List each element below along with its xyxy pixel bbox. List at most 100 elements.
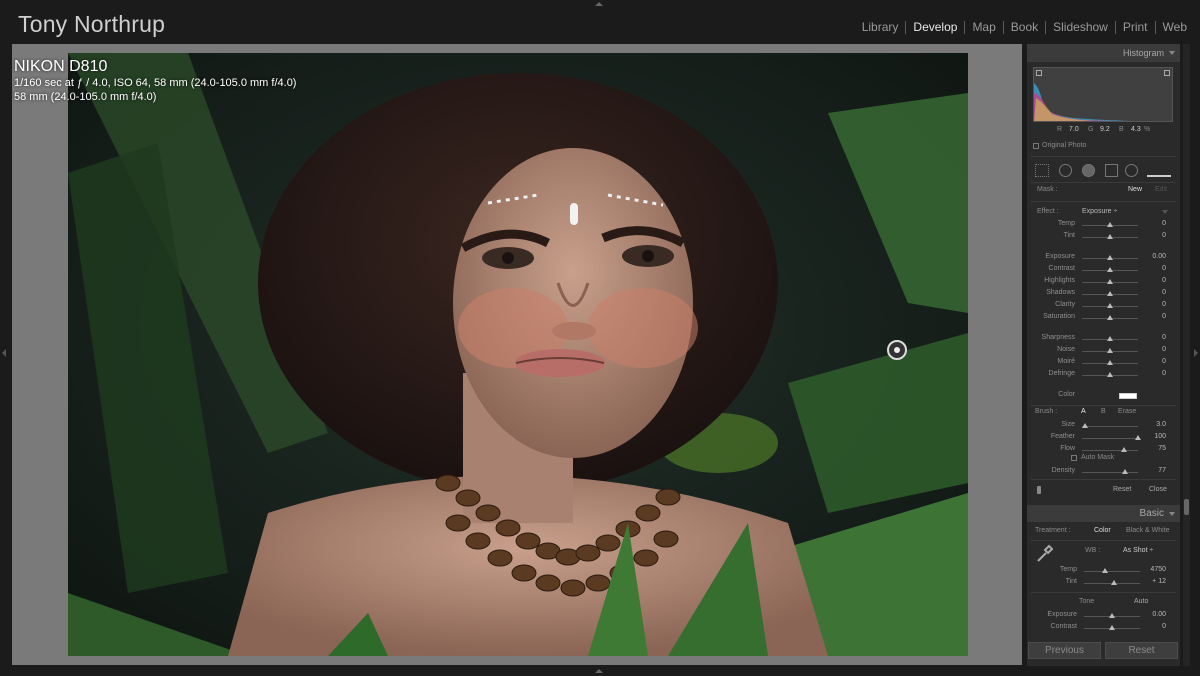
slider-value[interactable]: 0	[1162, 346, 1166, 353]
module-slideshow[interactable]: Slideshow	[1046, 20, 1115, 34]
redeye-icon[interactable]	[1082, 164, 1095, 177]
slider-track[interactable]	[1082, 438, 1138, 439]
panel-scrollbar[interactable]	[1183, 44, 1190, 666]
slider-track[interactable]	[1082, 426, 1138, 427]
top-panel-toggle[interactable]	[595, 2, 603, 6]
slider-thumb[interactable]	[1107, 279, 1113, 284]
slider-thumb[interactable]	[1121, 447, 1127, 452]
module-book[interactable]: Book	[1004, 20, 1045, 34]
slider-thumb[interactable]	[1135, 435, 1141, 440]
module-develop[interactable]: Develop	[906, 20, 964, 34]
slider-thumb[interactable]	[1107, 234, 1113, 239]
slider-thumb[interactable]	[1107, 315, 1113, 320]
bottom-panel-toggle[interactable]	[595, 669, 603, 673]
crop-tool-icon[interactable]	[1035, 164, 1049, 177]
slider-row[interactable]: Density 77	[1027, 467, 1180, 478]
auto-mask-checkbox[interactable]	[1071, 455, 1077, 461]
module-library[interactable]: Library	[855, 20, 906, 34]
slider-row[interactable]: Saturation 0	[1027, 313, 1180, 324]
eyedropper-icon[interactable]	[1034, 544, 1054, 564]
slider-row[interactable]: Contrast 0	[1027, 623, 1180, 634]
slider-value[interactable]: 0.00	[1152, 611, 1166, 618]
brush-a-button[interactable]: A	[1081, 408, 1086, 415]
mask-edit-button[interactable]: Edit	[1155, 186, 1167, 193]
slider-thumb[interactable]	[1107, 222, 1113, 227]
tone-auto-button[interactable]: Auto	[1134, 598, 1148, 605]
highlight-clipping-icon[interactable]	[1164, 70, 1170, 76]
slider-thumb[interactable]	[1107, 372, 1113, 377]
color-swatch[interactable]	[1119, 393, 1137, 399]
slider-thumb[interactable]	[1107, 267, 1113, 272]
effect-preset-dropdown[interactable]: Exposure ÷	[1082, 208, 1117, 215]
slider-value[interactable]: 0	[1162, 334, 1166, 341]
slider-thumb[interactable]	[1107, 336, 1113, 341]
slider-value[interactable]: 4750	[1150, 566, 1166, 573]
adjustment-brush-pin[interactable]	[887, 340, 907, 360]
slider-row[interactable]: Contrast 0	[1027, 265, 1180, 276]
brush-reset-button[interactable]: Reset	[1113, 486, 1131, 493]
scroll-thumb[interactable]	[1184, 499, 1189, 515]
slider-value[interactable]: 0	[1162, 220, 1166, 227]
original-photo-checkbox[interactable]	[1033, 143, 1039, 149]
image-canvas[interactable]	[12, 44, 1022, 665]
slider-thumb[interactable]	[1102, 568, 1109, 573]
slider-value[interactable]: 0	[1162, 623, 1166, 630]
brush-close-button[interactable]: Close	[1149, 486, 1167, 493]
brush-erase-button[interactable]: Erase	[1118, 408, 1136, 415]
shadow-clipping-icon[interactable]	[1036, 70, 1042, 76]
slider-track[interactable]	[1084, 571, 1140, 572]
slider-value[interactable]: 100	[1154, 433, 1166, 440]
slider-track[interactable]	[1082, 450, 1138, 451]
module-print[interactable]: Print	[1116, 20, 1155, 34]
slider-thumb[interactable]	[1107, 291, 1113, 296]
previous-button[interactable]: Previous	[1028, 642, 1101, 659]
slider-row[interactable]: Tint 0	[1027, 232, 1180, 243]
slider-row[interactable]: Temp 0	[1027, 220, 1180, 231]
slider-row[interactable]: Defringe 0	[1027, 370, 1180, 381]
slider-track[interactable]	[1082, 472, 1138, 473]
histogram-header[interactable]: Histogram	[1027, 44, 1180, 62]
slider-row[interactable]: Size 3.0	[1027, 421, 1180, 432]
graduated-filter-icon[interactable]	[1105, 164, 1118, 177]
slider-value[interactable]: + 12	[1152, 578, 1166, 585]
brush-b-button[interactable]: B	[1101, 408, 1106, 415]
slider-row[interactable]: Sharpness 0	[1027, 334, 1180, 345]
slider-row[interactable]: Moiré 0	[1027, 358, 1180, 369]
slider-row[interactable]: Temp 4750	[1027, 566, 1180, 577]
treatment-color-button[interactable]: Color	[1094, 527, 1111, 534]
radial-filter-icon[interactable]	[1125, 164, 1138, 177]
reset-button[interactable]: Reset	[1105, 642, 1178, 659]
basic-header[interactable]: Basic	[1027, 505, 1180, 522]
slider-value[interactable]: 0	[1162, 232, 1166, 239]
module-web[interactable]: Web	[1156, 20, 1194, 34]
slider-row[interactable]: Exposure 0.00	[1027, 611, 1180, 622]
slider-row[interactable]: Tint + 12	[1027, 578, 1180, 589]
slider-thumb[interactable]	[1081, 423, 1088, 428]
slider-value[interactable]: 0.00	[1152, 253, 1166, 260]
slider-value[interactable]: 0	[1162, 277, 1166, 284]
slider-value[interactable]: 0	[1162, 289, 1166, 296]
slider-value[interactable]: 0	[1162, 370, 1166, 377]
slider-thumb[interactable]	[1109, 613, 1115, 618]
spot-removal-icon[interactable]	[1059, 164, 1072, 177]
slider-value[interactable]: 0	[1162, 358, 1166, 365]
slider-row[interactable]: Exposure 0.00	[1027, 253, 1180, 264]
slider-thumb[interactable]	[1107, 255, 1113, 260]
slider-thumb[interactable]	[1107, 360, 1113, 365]
slider-row[interactable]: Clarity 0	[1027, 301, 1180, 312]
slider-value[interactable]: 3.0	[1156, 421, 1166, 428]
slider-thumb[interactable]	[1111, 580, 1118, 585]
slider-value[interactable]: 0	[1162, 313, 1166, 320]
slider-thumb[interactable]	[1109, 625, 1115, 630]
slider-row[interactable]: Shadows 0	[1027, 289, 1180, 300]
slider-value[interactable]: 77	[1158, 467, 1166, 474]
left-panel-toggle[interactable]	[2, 349, 6, 357]
treatment-bw-button[interactable]: Black & White	[1126, 527, 1170, 534]
slider-thumb[interactable]	[1107, 348, 1113, 353]
right-panel-toggle[interactable]	[1194, 349, 1198, 357]
effect-collapse-triangle-icon[interactable]	[1162, 210, 1168, 214]
slider-row[interactable]: Feather 100	[1027, 433, 1180, 444]
mask-new-button[interactable]: New	[1128, 186, 1142, 193]
slider-row[interactable]: Highlights 0	[1027, 277, 1180, 288]
module-map[interactable]: Map	[965, 20, 1002, 34]
